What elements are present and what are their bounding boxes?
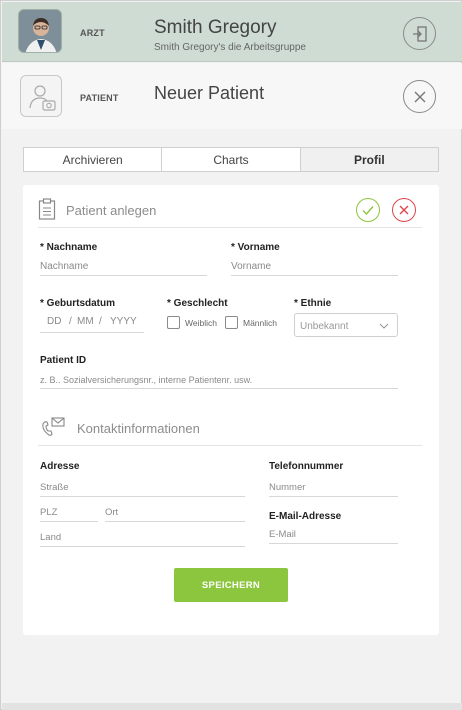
birthdate-year-input[interactable]: YYYY — [110, 315, 140, 331]
email-label: E-Mail-Adresse — [269, 511, 342, 522]
gender-male-label: Männlich — [243, 318, 278, 328]
contact-phone-mail-icon — [42, 417, 65, 436]
doctor-avatar — [18, 9, 62, 53]
contact-divider — [38, 445, 422, 446]
logout-button[interactable] — [403, 17, 436, 50]
app-frame: ARZT Smith Gregory Smith Gregory's die A… — [0, 0, 462, 710]
ethnicity-select[interactable]: Unbekannt — [294, 313, 398, 337]
chevron-down-icon — [379, 323, 389, 329]
birthdate-sep-1: / — [69, 316, 72, 327]
gender-label: * Geschlecht — [167, 298, 228, 309]
section-divider — [38, 227, 422, 228]
country-input[interactable]: Land — [40, 531, 245, 547]
section-title-patient: Patient anlegen — [66, 203, 157, 218]
tab-profile[interactable]: Profil — [300, 148, 438, 171]
save-button[interactable]: SPEICHERN — [174, 568, 288, 602]
city-input[interactable]: Ort — [105, 506, 245, 522]
patient-title: Neuer Patient — [154, 83, 265, 103]
close-patient-button[interactable] — [403, 80, 436, 113]
birthdate-day-input[interactable]: DD — [47, 315, 67, 331]
first-name-label: * Vorname — [231, 242, 280, 253]
doctor-name: Smith Gregory — [154, 17, 277, 38]
patient-role-label: PATIENT — [80, 93, 119, 103]
phone-input[interactable]: Nummer — [269, 481, 398, 497]
patient-photo-placeholder[interactable] — [20, 75, 62, 117]
confirm-button[interactable] — [356, 198, 380, 222]
close-icon — [414, 91, 425, 102]
phone-label: Telefonnummer — [269, 461, 344, 472]
ethnicity-value: Unbekannt — [300, 321, 349, 332]
check-icon — [362, 206, 374, 216]
patient-id-label: Patient ID — [40, 355, 87, 366]
tab-archive[interactable]: Archivieren — [24, 148, 163, 171]
doctor-photo — [19, 10, 61, 52]
doctor-group: Smith Gregory's die Arbeitsgruppe — [154, 42, 306, 53]
birthdate-sep-2: / — [99, 316, 102, 327]
patient-id-input[interactable]: z. B.. Sozialversicherungsnr., interne P… — [40, 373, 398, 389]
zip-input[interactable]: PLZ — [40, 506, 98, 522]
tab-bar: Archivieren Charts Profil — [23, 147, 439, 172]
gender-female-checkbox[interactable] — [167, 316, 180, 329]
logout-icon — [412, 25, 427, 42]
bottom-strip — [2, 703, 462, 710]
cancel-x-icon — [399, 205, 409, 215]
tab-charts[interactable]: Charts — [162, 148, 301, 171]
last-name-label: * Nachname — [40, 242, 98, 253]
last-name-input[interactable]: Nachname — [40, 260, 207, 276]
first-name-input[interactable]: Vorname — [231, 260, 398, 276]
clipboard-icon — [38, 198, 56, 220]
ethnicity-label: * Ethnie — [294, 298, 332, 309]
cancel-button[interactable] — [392, 198, 416, 222]
birthdate-label: * Geburtsdatum — [40, 298, 116, 309]
doctor-role-label: ARZT — [80, 28, 105, 38]
address-label: Adresse — [40, 461, 80, 472]
gender-female-label: Weiblich — [185, 318, 217, 328]
email-input[interactable]: E-Mail — [269, 528, 398, 544]
user-camera-icon — [29, 85, 56, 111]
gender-male-checkbox[interactable] — [225, 316, 238, 329]
street-input[interactable]: Straße — [40, 481, 245, 497]
section-title-contact: Kontaktinformationen — [77, 421, 200, 436]
birthdate-month-input[interactable]: MM — [77, 315, 97, 331]
birthdate-underline — [40, 332, 144, 333]
